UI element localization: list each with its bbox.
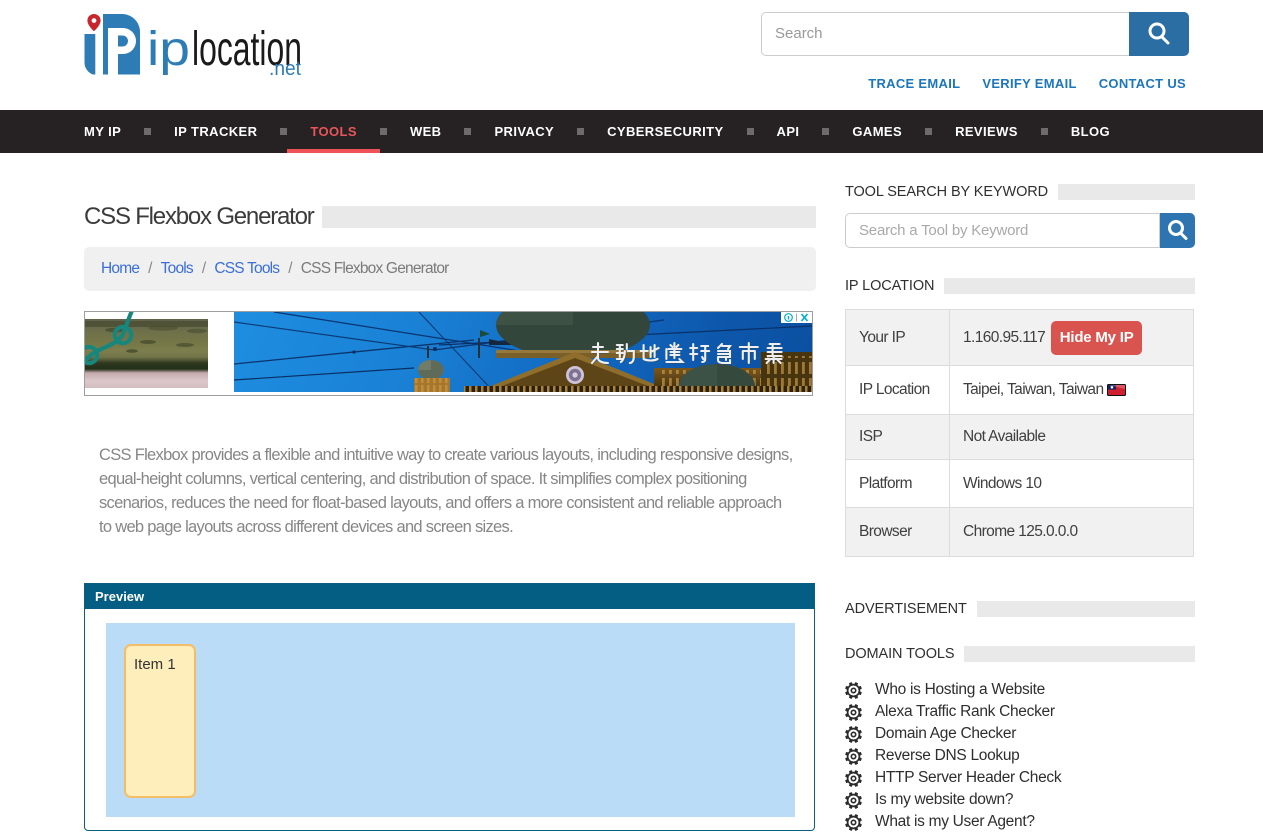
svg-text:ip: ip <box>147 23 190 76</box>
